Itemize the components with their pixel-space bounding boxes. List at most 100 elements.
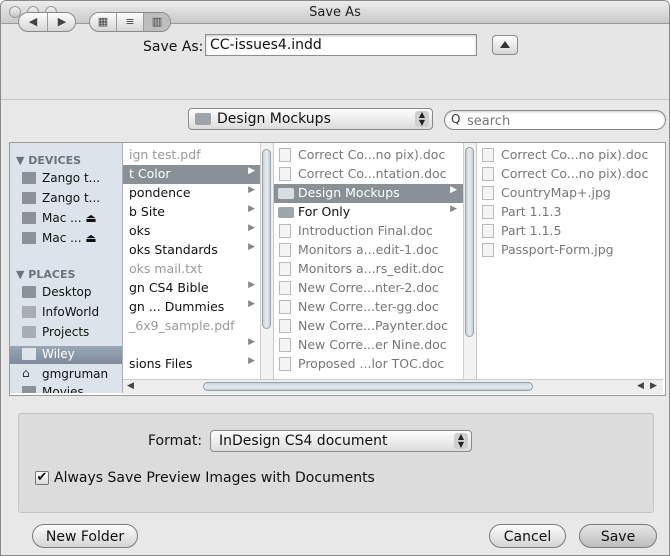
scroll-left-icon[interactable]: ◀ [637, 381, 644, 391]
list-item[interactable]: CountryMap+.jpg [477, 184, 665, 203]
disk-icon [22, 212, 36, 224]
filename-field[interactable]: CC-issues4.indd [205, 34, 477, 56]
list-item[interactable]: t Color ▶ [123, 165, 261, 184]
icon-view-button[interactable]: ▦ [90, 13, 116, 31]
list-item[interactable]: Introduction Final.doc [274, 222, 463, 241]
format-value: InDesign CS4 document [219, 433, 388, 449]
list-item[interactable]: pondence ▶ [123, 184, 261, 203]
document-icon [279, 148, 291, 162]
list-item[interactable]: oks Standards ▶ [123, 241, 261, 260]
scroll-right-icon[interactable]: ▶ [650, 381, 657, 391]
document-icon [279, 300, 291, 314]
disclosure-arrow-icon: ▶ [248, 242, 255, 252]
horizontal-scroll-thumb[interactable] [203, 382, 533, 391]
document-icon [482, 205, 494, 219]
sidebar-item-device[interactable]: Mac ... ⏏ [10, 210, 122, 228]
folder-icon [22, 326, 36, 338]
list-item[interactable]: Part 1.1.5 [477, 222, 665, 241]
save-button[interactable]: Save [579, 524, 657, 548]
list-item[interactable]: b Site ▶ [123, 203, 261, 222]
places-heading[interactable]: ▼ PLACES [16, 268, 75, 281]
list-item[interactable]: Proposed ...lor TOC.doc [274, 355, 463, 374]
disclosure-arrow-icon: ▶ [450, 204, 457, 214]
view-mode-control: ▦ ≡ ▥ [89, 12, 171, 32]
disclosure-arrow-icon: ▶ [248, 299, 255, 309]
triangle-up-icon [500, 41, 510, 48]
expand-dialog-button[interactable] [492, 35, 518, 55]
list-item[interactable]: Monitors a...rs_edit.doc [274, 260, 463, 279]
list-item[interactable]: gn ... Dummies ▶ [123, 298, 261, 317]
back-button[interactable]: ◀ [19, 13, 47, 31]
list-item[interactable]: Correct Co...no pix).doc [274, 146, 463, 165]
document-icon [279, 224, 291, 238]
search-icon: Q [451, 112, 461, 126]
list-item[interactable]: ▶ [123, 336, 261, 355]
document-icon [279, 357, 291, 371]
list-item[interactable]: Correct Co...ntation.doc [274, 165, 463, 184]
location-popup[interactable]: Design Mockups ▲ ▼ [188, 108, 433, 130]
save-as-label: Save As: [143, 39, 204, 55]
list-item[interactable]: Design Mockups ▶ [274, 184, 463, 203]
column-3: Correct Co...no pix).doc Correct Co...no… [477, 143, 665, 379]
disclosure-arrow-icon: ▶ [248, 166, 255, 176]
updown-arrows-icon: ▲ ▼ [454, 433, 468, 449]
list-item[interactable]: Monitors a...edit-1.doc [274, 241, 463, 260]
list-item[interactable]: ign test.pdf [123, 146, 261, 165]
sidebar-item-projects[interactable]: Projects [10, 324, 122, 342]
forward-button[interactable]: ▶ [48, 13, 76, 31]
list-item[interactable]: Correct Co...no pix).doc [477, 165, 665, 184]
disclosure-arrow-icon: ▶ [248, 280, 255, 290]
folder-icon [278, 188, 294, 199]
format-popup[interactable]: InDesign CS4 document ▲ ▼ [210, 430, 472, 452]
scroll-thumb[interactable] [465, 147, 474, 337]
disclosure-arrow-icon: ▶ [248, 356, 255, 366]
column-2-scrollbar[interactable] [463, 143, 476, 379]
scroll-left-icon[interactable]: ◀ [127, 381, 134, 391]
document-icon [482, 224, 494, 238]
list-item[interactable]: _6x9_sample.pdf [123, 317, 261, 336]
horizontal-scrollbar[interactable]: ◀ ◀ ▶ [123, 379, 663, 394]
list-item[interactable]: New Corre...er Nine.doc [274, 336, 463, 355]
list-item[interactable]: oks mail.txt [123, 260, 261, 279]
list-item[interactable]: Part 1.1.3 [477, 203, 665, 222]
disclosure-arrow-icon: ▶ [248, 185, 255, 195]
drive-icon [22, 172, 36, 184]
list-item[interactable]: sions Files ▶ [123, 355, 261, 374]
scroll-thumb[interactable] [262, 149, 271, 329]
list-item[interactable]: Correct Co...no pix).doc [477, 146, 665, 165]
list-item[interactable]: Passport-Form.jpg [477, 241, 665, 260]
preview-checkbox-label[interactable]: Always Save Preview Images with Document… [54, 470, 375, 486]
search-field[interactable]: Q [444, 110, 666, 130]
sidebar-item-gmgruman[interactable]: ⌂ gmgruman [10, 366, 122, 384]
new-folder-button[interactable]: New Folder [32, 524, 138, 548]
document-icon [482, 148, 494, 162]
sidebar-item-infoworld[interactable]: InfoWorld [10, 304, 122, 322]
file-browser: ▼ DEVICES Zango t... Zango t... Mac ... … [9, 142, 666, 396]
list-item[interactable]: New Corre...ter-gg.doc [274, 298, 463, 317]
list-item[interactable]: New Corre...Paynter.doc [274, 317, 463, 336]
sidebar-item-movies[interactable]: Movies [10, 384, 122, 393]
folder-icon [278, 207, 294, 218]
list-item[interactable]: oks ▶ [123, 222, 261, 241]
column-1-scrollbar[interactable] [260, 143, 273, 379]
column-view-button[interactable]: ▥ [144, 13, 170, 31]
sidebar-item-device[interactable]: Mac ... ⏏ [10, 230, 122, 248]
sidebar-item-device[interactable]: Zango t... [10, 170, 122, 188]
preview-checkbox[interactable]: ✔ [35, 471, 49, 485]
list-item[interactable]: gn CS4 Bible ▶ [123, 279, 261, 298]
list-item[interactable]: For Only ▶ [274, 203, 463, 222]
devices-heading[interactable]: ▼ DEVICES [16, 154, 81, 167]
folder-icon [195, 113, 211, 125]
document-icon [279, 167, 291, 181]
sidebar-item-desktop[interactable]: Desktop [10, 284, 122, 302]
column-2: Correct Co...no pix).doc Correct Co...nt… [274, 143, 477, 379]
sidebar-item-device[interactable]: Zango t... [10, 190, 122, 208]
list-item[interactable]: New Corre...nter-2.doc [274, 279, 463, 298]
cancel-button[interactable]: Cancel [489, 524, 566, 548]
search-input[interactable] [465, 112, 659, 130]
list-view-button[interactable]: ≡ [117, 13, 143, 31]
document-icon [279, 319, 291, 333]
document-icon [279, 262, 291, 276]
disclosure-arrow-icon: ▶ [248, 223, 255, 233]
sidebar-item-wiley[interactable]: Wiley [10, 346, 122, 364]
